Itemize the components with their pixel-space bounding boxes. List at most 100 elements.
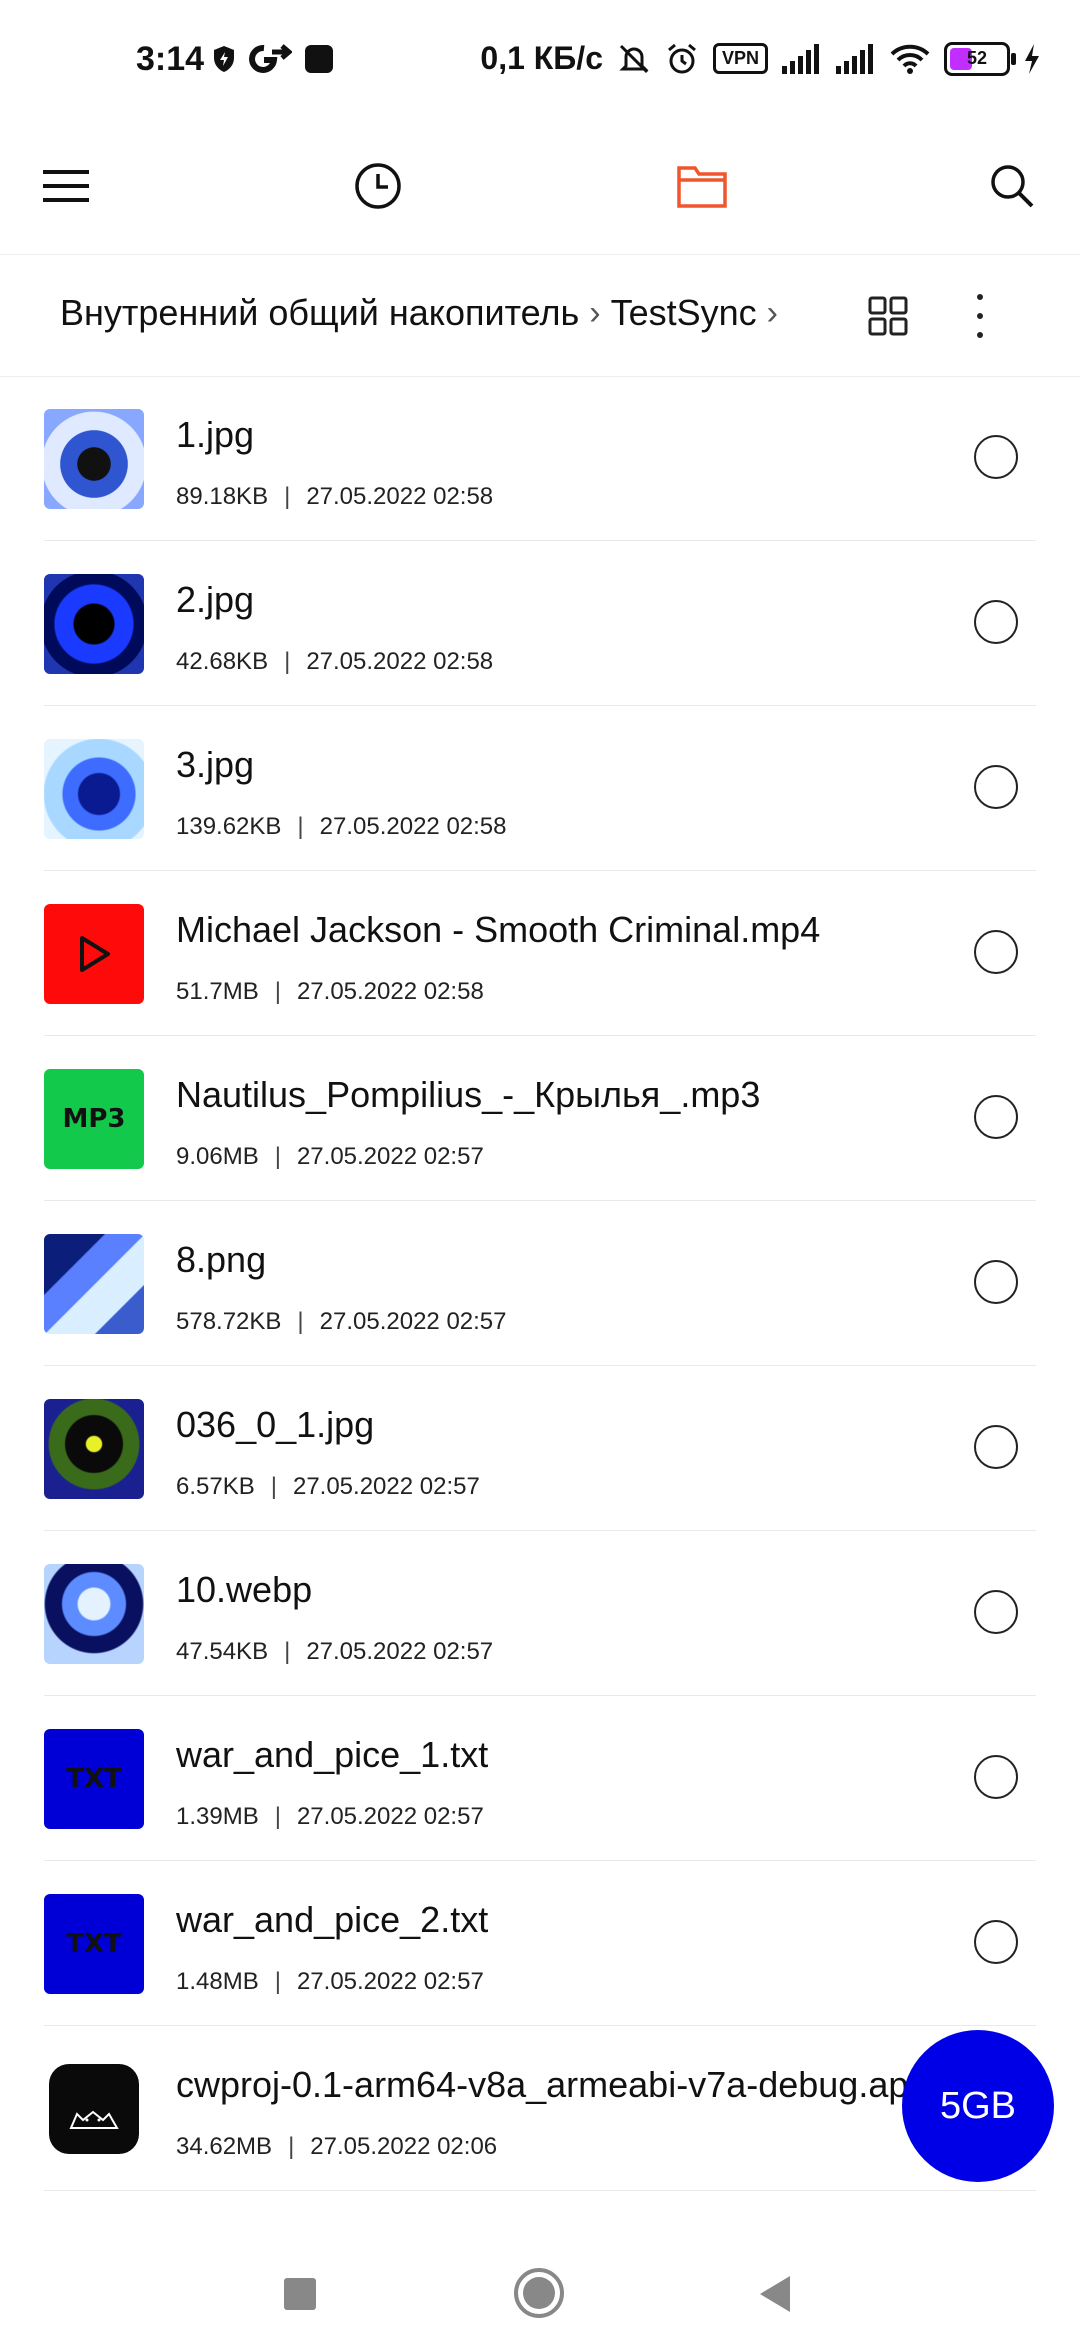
file-list: 1.jpg 89.18KB | 27.05.2022 02:58 2.jpg 42.…	[0, 376, 1080, 2191]
file-size: 6.57KB	[176, 1473, 255, 1500]
image-thumbnail	[44, 1564, 144, 1664]
file-size: 139.62KB	[176, 813, 282, 840]
file-date: 27.05.2022 02:57	[319, 1308, 507, 1335]
menu-button[interactable]	[30, 150, 102, 222]
file-size: 89.18KB	[176, 483, 269, 510]
battery-icon: 52	[944, 41, 1016, 76]
meta-separator: |	[297, 1308, 304, 1335]
mute-bell-icon	[619, 44, 649, 73]
status-right: 0,1 КБ/с VPN 52	[480, 40, 1040, 77]
more-dot	[977, 313, 983, 319]
g-arrow-icon	[249, 44, 292, 73]
file-size: 9.06MB	[176, 1143, 259, 1170]
vpn-badge: VPN	[712, 43, 768, 74]
meta-separator: |	[284, 1638, 291, 1665]
txt-label: TXT	[66, 1929, 122, 1959]
file-row[interactable]: 036_0_1.jpg 6.57KB | 27.05.2022 02:57	[0, 1366, 1080, 1531]
file-name: 1.jpg	[176, 414, 255, 455]
signal-icon	[782, 43, 819, 74]
select-checkbox[interactable]	[974, 1755, 1018, 1799]
recents-nav-button[interactable]	[284, 2278, 316, 2310]
file-meta: 6.57KB | 27.05.2022 02:57	[176, 1473, 480, 1501]
storage-fab[interactable]: 5GB	[902, 2030, 1054, 2182]
file-date: 27.05.2022 02:57	[296, 1968, 484, 1995]
wifi-icon	[890, 44, 930, 74]
meta-separator: |	[270, 1473, 277, 1500]
file-row[interactable]: 3.jpg 139.62KB | 27.05.2022 02:58	[0, 706, 1080, 871]
more-dot	[977, 294, 983, 300]
file-row[interactable]: 10.webp 47.54KB | 27.05.2022 02:57	[0, 1531, 1080, 1696]
more-dot	[977, 332, 983, 338]
charging-icon	[1025, 43, 1039, 74]
back-nav-button[interactable]	[760, 2276, 790, 2312]
file-row[interactable]: MP3 Nautilus_Pompilius_-_Крылья_.mp3 9.0…	[0, 1036, 1080, 1201]
file-name: 8.png	[176, 1239, 267, 1280]
app-icon	[49, 2064, 139, 2154]
file-date: 27.05.2022 02:58	[296, 978, 484, 1005]
status-bar: 3:14 0,1 КБ/с VPN 52	[0, 0, 1080, 120]
meta-separator: |	[274, 1968, 281, 1995]
file-meta: 89.18KB | 27.05.2022 02:58	[176, 483, 493, 511]
system-nav-bar	[0, 2220, 1080, 2340]
net-speed: 0,1 КБ/с	[480, 40, 603, 76]
meta-separator: |	[274, 978, 281, 1005]
select-checkbox[interactable]	[974, 600, 1018, 644]
file-date: 27.05.2022 02:57	[296, 1803, 484, 1830]
breadcrumb-item-testsync[interactable]: TestSync	[611, 292, 757, 334]
file-row[interactable]: Michael Jackson - Smooth Criminal.mp4 51…	[0, 871, 1080, 1036]
file-name: 2.jpg	[176, 579, 255, 620]
recent-tab[interactable]	[342, 150, 414, 222]
file-size: 51.7MB	[176, 978, 259, 1005]
file-name: 3.jpg	[176, 744, 255, 785]
file-row[interactable]: TXT war_and_pice_2.txt 1.48MB | 27.05.2022…	[0, 1861, 1080, 2026]
image-thumbnail	[44, 574, 144, 674]
file-row[interactable]: 1.jpg 89.18KB | 27.05.2022 02:58	[0, 376, 1080, 541]
image-thumbnail	[44, 739, 144, 839]
file-size: 42.68KB	[176, 648, 269, 675]
file-row[interactable]: 2.jpg 42.68KB | 27.05.2022 02:58	[0, 541, 1080, 706]
status-left-icons	[212, 44, 334, 74]
select-checkbox[interactable]	[974, 1590, 1018, 1634]
breadcrumb-bar: Внутренний общий накопитель › TestSync ›	[0, 254, 1080, 377]
breadcrumb: Внутренний общий накопитель › TestSync ›	[60, 292, 778, 334]
file-meta: 51.7MB | 27.05.2022 02:58	[176, 978, 484, 1006]
search-button[interactable]	[976, 150, 1048, 222]
mp3-label: MP3	[62, 1104, 126, 1134]
file-name: Michael Jackson - Smooth Criminal.mp4	[176, 909, 821, 950]
select-checkbox[interactable]	[974, 1920, 1018, 1964]
file-row[interactable]: TXT war_and_pice_1.txt 1.39MB | 27.05.2022…	[0, 1696, 1080, 1861]
app-square-icon	[305, 45, 333, 73]
file-name: war_and_pice_1.txt	[176, 1734, 489, 1775]
shield-icon	[214, 46, 234, 72]
select-checkbox[interactable]	[974, 435, 1018, 479]
chevron-right-icon: ›	[766, 293, 778, 332]
top-toolbar	[0, 120, 1080, 255]
view-mode-button[interactable]	[864, 292, 912, 340]
file-date: 27.05.2022 02:58	[319, 813, 507, 840]
file-meta: 1.39MB | 27.05.2022 02:57	[176, 1803, 484, 1831]
select-checkbox[interactable]	[974, 1095, 1018, 1139]
text-thumbnail: TXT	[44, 1894, 144, 1994]
select-checkbox[interactable]	[974, 1260, 1018, 1304]
select-checkbox[interactable]	[974, 765, 1018, 809]
file-size: 578.72KB	[176, 1308, 282, 1335]
breadcrumb-item-storage[interactable]: Внутренний общий накопитель	[60, 292, 579, 334]
home-nav-button[interactable]	[514, 2268, 564, 2318]
select-checkbox[interactable]	[974, 1425, 1018, 1469]
folder-icon	[677, 166, 727, 208]
play-icon	[80, 936, 110, 972]
file-date: 27.05.2022 02:06	[310, 2133, 498, 2160]
file-row[interactable]: 8.png 578.72KB | 27.05.2022 02:57	[0, 1201, 1080, 1366]
audio-thumbnail: MP3	[44, 1069, 144, 1169]
search-icon	[991, 165, 1034, 208]
file-date: 27.05.2022 02:57	[296, 1143, 484, 1170]
select-checkbox[interactable]	[974, 930, 1018, 974]
meta-separator: |	[288, 2133, 295, 2160]
signal-icon-2	[836, 43, 873, 74]
file-name: Nautilus_Pompilius_-_Крылья_.mp3	[176, 1074, 761, 1115]
more-options-button[interactable]	[962, 288, 998, 344]
file-meta: 578.72KB | 27.05.2022 02:57	[176, 1308, 507, 1336]
txt-label: TXT	[66, 1764, 122, 1794]
video-thumbnail	[44, 904, 144, 1004]
files-tab[interactable]	[666, 150, 738, 222]
